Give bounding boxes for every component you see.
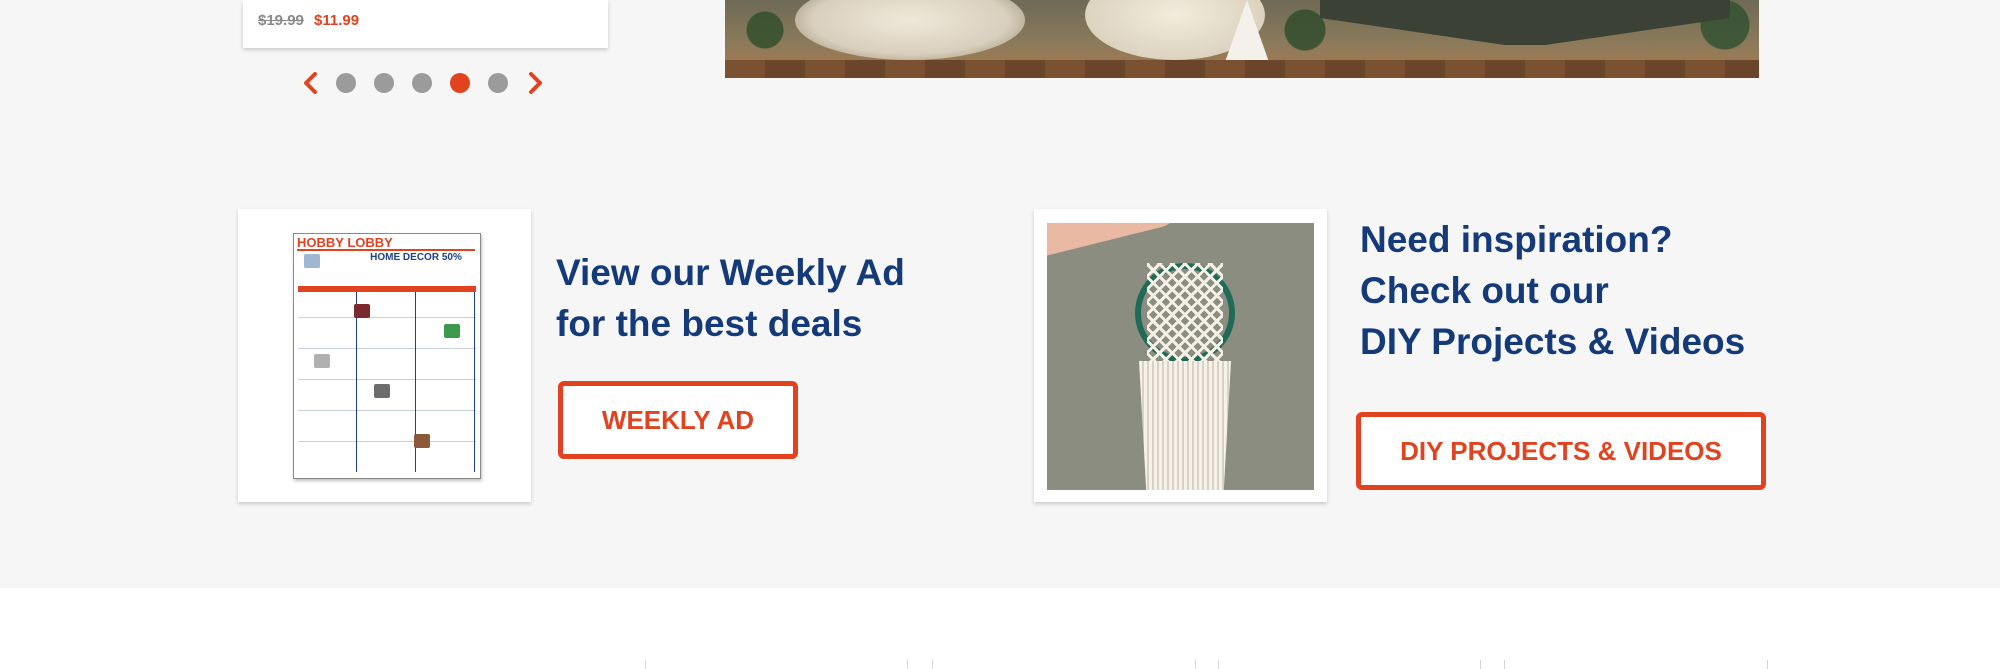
holiday-hero-image[interactable] — [725, 0, 1759, 78]
tile-divider — [1504, 660, 1505, 669]
flyer-product-image — [414, 434, 430, 448]
diy-heading-line3: DIY Projects & Videos — [1360, 321, 1746, 362]
diy-heading-line2: Check out our — [1360, 270, 1609, 311]
weekly-ad-heading: View our Weekly Ad for the best deals — [556, 247, 905, 349]
tile-divider — [932, 660, 933, 669]
weekly-ad-flyer-image: HOBBY LOBBY HOME DECOR 50% — [293, 233, 481, 479]
chevron-right-icon[interactable] — [524, 71, 548, 95]
carousel-pagination — [298, 71, 558, 95]
tile-divider — [1480, 660, 1481, 669]
flyer-grid — [298, 286, 476, 472]
diy-heading-line1: Need inspiration? — [1360, 219, 1673, 260]
original-price: $19.99 — [258, 12, 304, 29]
carousel-dot[interactable] — [374, 73, 394, 93]
carousel-dot[interactable] — [412, 73, 432, 93]
flyer-product-image — [374, 384, 390, 398]
tile-divider — [645, 660, 646, 669]
product-card[interactable]: $19.99 $11.99 — [243, 0, 608, 48]
weekly-ad-heading-line2: for the best deals — [556, 303, 863, 344]
macrame-fringe — [1139, 361, 1231, 490]
diy-heading: Need inspiration? Check out our DIY Proj… — [1360, 214, 1745, 367]
tile-divider — [1218, 660, 1219, 669]
macrame-weave — [1147, 263, 1223, 368]
weekly-ad-button[interactable]: WEEKLY AD — [558, 381, 798, 459]
carousel-dot[interactable] — [488, 73, 508, 93]
wood-table — [725, 60, 1759, 78]
hand-arm — [1047, 223, 1182, 256]
diy-projects-button[interactable]: DIY PROJECTS & VIDEOS — [1356, 412, 1766, 490]
promo-section: $19.99 $11.99 HOBBY LOBBY HOME DECOR 50% — [0, 0, 2000, 588]
weekly-ad-heading-line1: View our Weekly Ad — [556, 252, 905, 293]
chevron-left-icon[interactable] — [298, 71, 322, 95]
tile-divider — [907, 660, 908, 669]
flyer-brand: HOBBY LOBBY — [297, 236, 475, 251]
weekly-ad-thumbnail[interactable]: HOBBY LOBBY HOME DECOR 50% — [238, 209, 531, 502]
carousel-dot[interactable] — [336, 73, 356, 93]
flyer-product-image — [354, 304, 370, 318]
flyer-band — [298, 286, 476, 292]
diy-thumbnail[interactable] — [1034, 209, 1327, 502]
sale-price: $11.99 — [314, 12, 360, 29]
tile-divider — [1195, 660, 1196, 669]
flyer-product-image — [444, 324, 460, 338]
flyer-headline: HOME DECOR 50% — [370, 252, 462, 263]
carousel-dot-active[interactable] — [450, 73, 470, 93]
flyer-product-image — [314, 354, 330, 368]
macrame-wall-hanging-image — [1047, 223, 1314, 490]
flyer-product-image — [304, 254, 320, 268]
tile-divider — [1767, 660, 1768, 669]
white-tree-decor — [1225, 0, 1269, 62]
